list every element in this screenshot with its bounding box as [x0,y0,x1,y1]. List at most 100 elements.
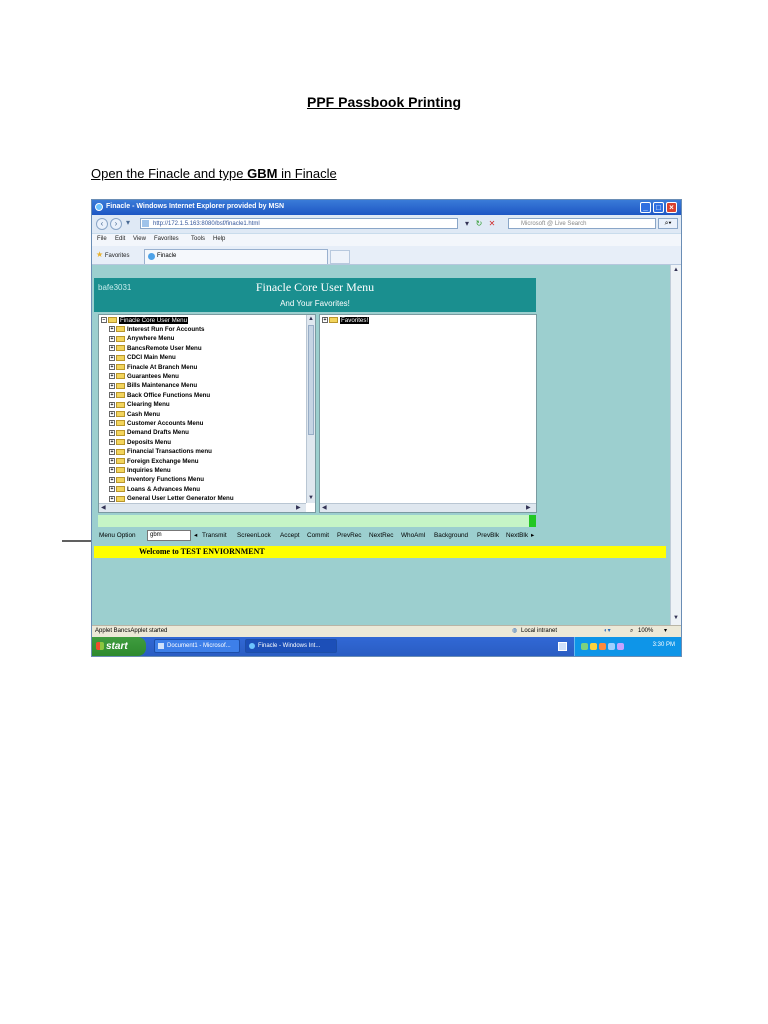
close-icon[interactable]: × [666,202,677,213]
history-dropdown-icon[interactable]: ▾ [124,218,132,230]
tree-vscroll[interactable]: ▲ ▼ [306,315,315,503]
maximize-icon[interactable]: □ [653,202,664,213]
back-arrow-icon[interactable]: ‹ [96,218,108,230]
scroll-left-icon[interactable]: ◀ [101,504,106,512]
tree-scroll-thumb[interactable] [308,325,314,435]
security-icon[interactable] [590,643,597,650]
tree-expand-icon[interactable]: + [109,448,115,455]
zoom-level[interactable]: 100% [638,626,653,637]
help-icon[interactable] [558,642,567,651]
cmd-screenlock[interactable]: ScreenLock [237,529,271,542]
forward-arrow-icon[interactable]: › [110,218,122,230]
task-finacle[interactable]: Finacle - Windows Int... [245,639,337,653]
page-vscroll[interactable]: ▲ ▼ [670,265,681,625]
tree-item[interactable]: + Inquiries Menu [109,466,171,475]
address-bar[interactable]: http://172.1.5.163:8080/bsf/finacle1.htm… [140,218,458,229]
search-input[interactable]: Microsoft @ Live Search [508,218,656,229]
tree-expand-icon[interactable]: + [109,420,115,427]
page-scroll-up-icon[interactable]: ▲ [673,266,679,274]
menu-file[interactable]: File [97,236,107,242]
favorites-root[interactable]: + Favorites! [322,316,370,325]
menu-option-input[interactable]: gbm [147,530,191,541]
tree-expand-icon[interactable]: + [109,410,115,417]
tree-expand-icon[interactable]: + [109,363,115,370]
tree-item[interactable]: + Bills Maintenance Menu [109,381,197,390]
tree-expand-icon[interactable]: + [109,354,115,361]
zoom-dropdown-icon[interactable]: ▾ [664,626,667,637]
start-button[interactable]: start [92,637,146,656]
minimize-icon[interactable]: _ [640,202,651,213]
tree-expand-icon[interactable]: + [109,495,115,502]
tree-item[interactable]: + Guarantees Menu [109,372,179,381]
tree-expand-icon[interactable]: + [109,457,115,464]
tree-expand-icon[interactable]: + [109,439,115,446]
menu-favorites[interactable]: Favorites [154,236,179,242]
address-dropdown-icon[interactable]: ▾ [462,218,472,229]
menu-edit[interactable]: Edit [115,236,125,242]
scroll-up-icon[interactable]: ▲ [308,315,314,323]
scroll-left-icon[interactable]: ◀ [322,504,327,512]
tree-item[interactable]: + CDCI Main Menu [109,353,176,362]
menu-help[interactable]: Help [213,236,225,242]
tree-expand-icon[interactable]: + [109,335,115,342]
refresh-icon[interactable]: ↻ [474,218,484,229]
menu-tools[interactable]: Tools [191,236,205,242]
network-icon[interactable] [581,643,588,650]
favorites-expand-icon[interactable]: + [322,317,328,324]
tree-item[interactable]: + Inventory Functions Menu [109,475,204,484]
tree-item[interactable]: + Financial Transactions menu [109,447,212,456]
scroll-right-icon[interactable]: ▶ [526,504,531,512]
cmd-transmit[interactable]: Transmit [202,529,227,542]
favorites-hscroll[interactable]: ◀ ▶ [320,503,536,512]
tree-hscroll[interactable]: ◀ ▶ [99,503,306,512]
search-icon[interactable]: ⌕▾ [658,218,678,229]
cmd-accept[interactable]: Accept [280,529,300,542]
cmd-left-arrow-icon[interactable]: ◂ [194,529,197,542]
update-icon[interactable] [599,643,606,650]
favorites-button[interactable]: ★ Favorites [96,250,130,259]
tree-item[interactable]: + Cash Menu [109,410,160,419]
cmd-background[interactable]: Background [434,529,468,542]
cmd-prevrec[interactable]: PrevRec [337,529,362,542]
tree-expand-icon[interactable]: + [109,467,115,474]
cmd-nextrec[interactable]: NextRec [369,529,394,542]
page-scroll-down-icon[interactable]: ▼ [673,614,679,622]
cmd-nextblk[interactable]: NextBlk [506,529,528,542]
tree-item[interactable]: + Demand Drafts Menu [109,428,189,437]
messenger-icon[interactable] [617,643,624,650]
cmd-whoami[interactable]: WhoAmI [401,529,426,542]
scroll-down-icon[interactable]: ▼ [308,494,314,502]
tree-item[interactable]: + BancsRemote User Menu [109,344,202,353]
tree-expand-icon[interactable]: + [109,373,115,380]
tree-expand-icon[interactable]: + [109,345,115,352]
tree-item[interactable]: + Anywhere Menu [109,334,174,343]
tree-item[interactable]: + Back Office Functions Menu [109,391,210,400]
cmd-right-arrow-icon[interactable]: ▸ [531,529,534,542]
tree-item[interactable]: + Customer Accounts Menu [109,419,203,428]
tree-item[interactable]: + Interest Run For Accounts [109,325,204,334]
tab-finacle[interactable]: Finacle [144,249,328,264]
cmd-commit[interactable]: Commit [307,529,329,542]
tree-expand-icon[interactable]: + [109,392,115,399]
tree-expand-icon[interactable]: + [109,382,115,389]
stop-icon[interactable]: ✕ [487,218,497,229]
tree-item[interactable]: + Clearing Menu [109,400,170,409]
tree-expand-icon[interactable]: + [109,429,115,436]
tree-root[interactable]: − Finacle Core User Menu [101,316,189,325]
tree-item[interactable]: + Deposits Menu [109,438,171,447]
task-word[interactable]: Document1 - Microsof... [154,639,240,653]
tree-item[interactable]: + Foreign Exchange Menu [109,457,199,466]
protected-mode-icon[interactable]: ◐▾ [604,626,611,637]
cmd-prevblk[interactable]: PrevBlk [477,529,499,542]
tree-collapse-icon[interactable]: − [101,317,107,324]
scroll-right-icon[interactable]: ▶ [296,504,301,512]
tree-expand-icon[interactable]: + [109,486,115,493]
volume-icon[interactable] [608,643,615,650]
tree-item[interactable]: + Loans & Advances Menu [109,485,200,494]
tree-item[interactable]: + General User Letter Generator Menu [109,494,234,503]
new-tab-button[interactable] [330,250,350,264]
tree-expand-icon[interactable]: + [109,401,115,408]
menu-view[interactable]: View [133,236,146,242]
tree-expand-icon[interactable]: + [109,476,115,483]
tree-expand-icon[interactable]: + [109,326,115,333]
